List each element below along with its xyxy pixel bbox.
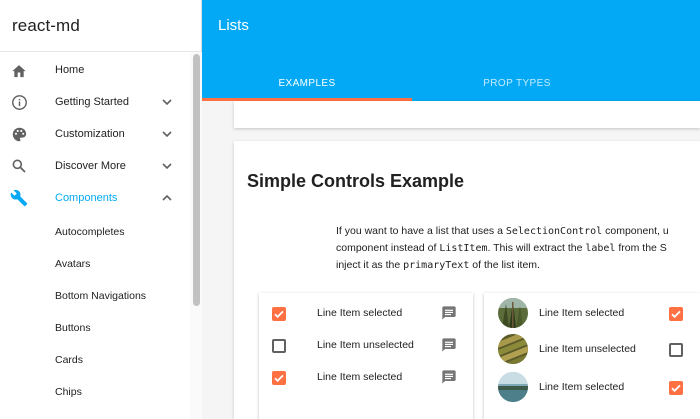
example-description: If you want to have a list that uses a S… xyxy=(336,223,700,274)
drawer-header: react-md xyxy=(0,0,201,52)
list-item-label: Line Item selected xyxy=(317,371,403,383)
page-title: Lists xyxy=(218,17,249,34)
sidebar-scrollbar-thumb[interactable] xyxy=(193,54,200,306)
description-line: inject it as the primaryText of the list… xyxy=(336,257,700,274)
app-root: react-md Home Getting Started Customizat… xyxy=(0,0,700,419)
sidebar-subitem-cards[interactable]: Cards xyxy=(0,344,190,376)
sidebar-item-label: Home xyxy=(55,64,85,76)
sidebar-subitem-label: Cards xyxy=(55,354,84,366)
home-icon xyxy=(10,61,28,79)
list-item[interactable]: Line Item selected xyxy=(484,295,700,328)
checkbox-unchecked[interactable] xyxy=(272,339,286,353)
previous-card xyxy=(234,101,700,128)
list-item-label: Line Item selected xyxy=(539,381,625,393)
forest-avatar xyxy=(498,298,528,328)
sidebar-item-discover-more[interactable]: Discover More xyxy=(0,150,190,182)
tab-prop-types[interactable]: PROP TYPES xyxy=(412,68,622,98)
checkbox-checked[interactable] xyxy=(669,307,683,321)
sidebar-subitem-label: Buttons xyxy=(55,322,91,334)
list-item[interactable]: Line Item unselected xyxy=(484,333,700,365)
navigation-drawer: react-md Home Getting Started Customizat… xyxy=(0,0,202,419)
app-title: react-md xyxy=(12,15,80,35)
description-text: component, u xyxy=(602,225,669,237)
checkbox-checked[interactable] xyxy=(272,371,286,385)
list-item-label: Line Item unselected xyxy=(317,339,414,351)
sidebar-subitem-label: Avatars xyxy=(55,258,91,270)
list-item-label: Line Item unselected xyxy=(539,343,636,355)
message-icon[interactable] xyxy=(441,305,457,321)
code-text: primaryText xyxy=(403,260,470,271)
description-text: If you want to have a list that uses a xyxy=(336,225,506,237)
sidebar-item-components[interactable]: Components xyxy=(0,182,190,214)
description-text: from the S xyxy=(615,242,667,254)
avatar-checkbox-list: Line Item selected Line Item unselected xyxy=(484,293,700,419)
sidebar-item-home[interactable]: Home xyxy=(0,54,190,86)
message-icon[interactable] xyxy=(441,369,457,385)
sidebar-item-customization[interactable]: Customization xyxy=(0,118,190,150)
description-line: If you want to have a list that uses a S… xyxy=(336,223,700,240)
list-item-label: Line Item selected xyxy=(539,307,625,319)
checkbox-list: Line Item selected Line Item unselected … xyxy=(259,293,473,419)
sidebar-subitem-avatars[interactable]: Avatars xyxy=(0,248,190,280)
sidebar-item-label: Getting Started xyxy=(55,96,129,108)
chevron-down-icon[interactable] xyxy=(160,96,174,108)
message-icon[interactable] xyxy=(441,337,457,353)
checkbox-unchecked[interactable] xyxy=(669,343,683,357)
code-text: ListItem xyxy=(439,243,488,254)
info-icon xyxy=(10,93,28,111)
example-card: Simple Controls Example If you want to h… xyxy=(234,141,700,419)
chevron-up-icon[interactable] xyxy=(160,192,174,204)
field-avatar xyxy=(498,334,528,364)
checkbox-checked[interactable] xyxy=(272,307,286,321)
sidebar-subitem-label: Autocompletes xyxy=(55,226,125,238)
card-title: Simple Controls Example xyxy=(247,171,465,191)
code-text: SelectionControl xyxy=(505,226,603,237)
list-item[interactable]: Line Item selected xyxy=(259,361,473,393)
sidebar-item-label: Components xyxy=(55,192,118,204)
description-text: component instead of xyxy=(336,242,440,254)
sidebar-item-label: Customization xyxy=(55,128,125,140)
sidebar-subitem-label: Chips xyxy=(55,386,82,398)
list-item[interactable]: Line Item selected xyxy=(484,371,700,403)
sidebar-item-label: Discover More xyxy=(55,160,126,172)
code-text: label xyxy=(585,243,616,254)
lake-avatar xyxy=(498,372,528,402)
sidebar-subitem-chips[interactable]: Chips xyxy=(0,376,190,408)
search-icon xyxy=(10,157,28,175)
checkbox-checked[interactable] xyxy=(669,381,683,395)
sidebar-subitem-autocompletes[interactable]: Autocompletes xyxy=(0,216,190,248)
description-text: . This will extract the xyxy=(487,242,586,254)
wrench-icon xyxy=(10,189,28,207)
main-content: Simple Controls Example If you want to h… xyxy=(202,101,700,419)
app-bar: Lists EXAMPLES PROP TYPES xyxy=(202,0,700,101)
description-text: of the list item. xyxy=(469,259,540,271)
chevron-down-icon[interactable] xyxy=(160,160,174,172)
sidebar-item-getting-started[interactable]: Getting Started xyxy=(0,86,190,118)
tab-examples[interactable]: EXAMPLES xyxy=(202,68,412,98)
sidebar-subitem-buttons[interactable]: Buttons xyxy=(0,312,190,344)
sidebar-subitem-label: Bottom Navigations xyxy=(55,290,147,302)
description-line: component instead of ListItem. This will… xyxy=(336,240,700,257)
sidebar-subitem-bottom-navigations[interactable]: Bottom Navigations xyxy=(0,280,190,312)
chevron-down-icon[interactable] xyxy=(160,128,174,140)
list-item[interactable]: Line Item unselected xyxy=(259,329,473,361)
list-item-label: Line Item selected xyxy=(317,307,403,319)
list-item[interactable]: Line Item selected xyxy=(259,297,473,329)
description-text: inject it as the xyxy=(336,259,404,271)
palette-icon xyxy=(10,125,28,143)
